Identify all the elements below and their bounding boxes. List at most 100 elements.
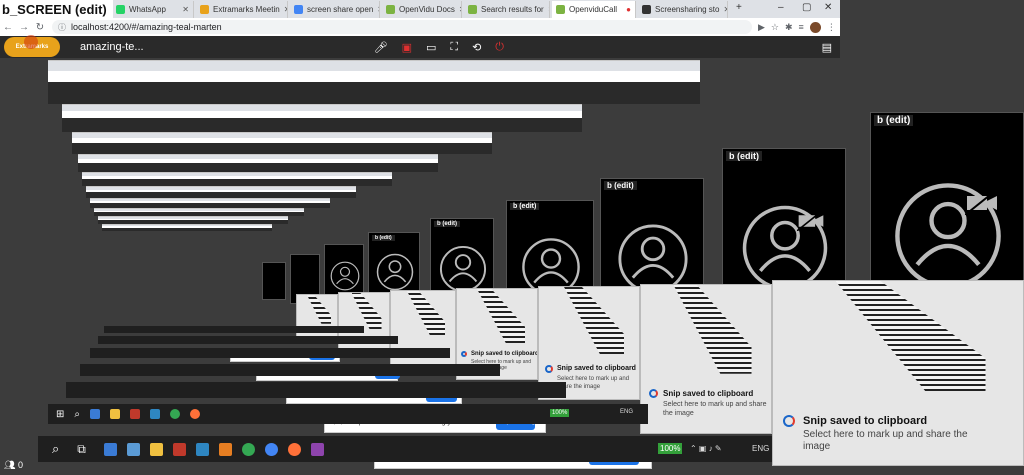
search-icon[interactable]: ⌕ <box>52 441 59 457</box>
avatar[interactable] <box>809 21 821 33</box>
language-indicator[interactable]: ENG <box>752 444 769 453</box>
minimize-icon[interactable]: – <box>778 2 784 13</box>
close-icon[interactable]: ✕ <box>455 5 461 14</box>
tab-label: OpenVidu Docs <box>399 5 455 14</box>
chat-icon[interactable]: ▤ <box>822 41 832 54</box>
firefox-icon[interactable] <box>287 442 301 456</box>
chrome-icon[interactable] <box>170 409 180 419</box>
close-icon[interactable]: ✕ <box>280 5 287 14</box>
snip-description: Select here to mark up and share the ima… <box>663 401 767 417</box>
maximize-icon[interactable]: ▢ <box>802 2 811 13</box>
session-title: amazing-te... <box>80 41 144 53</box>
camera-off-icon <box>797 211 824 231</box>
extramarks-icon <box>200 5 209 14</box>
switch-camera-icon[interactable]: ⟲ <box>472 41 481 54</box>
participant-nickname: b (edit) <box>434 221 460 227</box>
github-icon <box>642 5 651 14</box>
tab-extramarks[interactable]: Extramarks Meetin✕ <box>196 1 288 18</box>
participant-tile[interactable] <box>262 262 286 300</box>
windows-taskbar <box>98 336 398 344</box>
bookmark-star-icon[interactable]: ☆ <box>771 22 779 33</box>
firefox-icon[interactable] <box>190 409 200 419</box>
snip-description: Select here to mark up and share the ima… <box>557 376 630 390</box>
window-title: b_SCREEN (edit) <box>0 0 113 18</box>
snip-title: Snip saved to clipboard <box>803 415 928 427</box>
tab-openvidu-docs[interactable]: OpenVidu Docs✕ <box>382 1 462 18</box>
snip-notification[interactable] <box>338 292 390 354</box>
task-view-icon[interactable]: ⧉ <box>77 442 86 457</box>
camera-permission-icon[interactable]: ▶ <box>758 22 765 33</box>
tab-whatsapp[interactable]: WhatsApp ✕ <box>112 1 194 18</box>
leave-session-icon[interactable]: ⏻ <box>495 41 504 54</box>
nested-screen-2 <box>62 104 582 132</box>
back-icon[interactable]: ← <box>0 22 16 33</box>
info-icon: ⓘ <box>58 22 66 32</box>
participant-nickname: b (edit) <box>372 235 395 241</box>
chrome-icon[interactable] <box>264 442 278 456</box>
browser-window: b_SCREEN (edit) WhatsApp ✕ Extramarks Mee… <box>0 0 840 58</box>
zoom-level[interactable]: 100% <box>550 409 570 417</box>
camera-off-icon[interactable]: ▣ <box>402 41 412 54</box>
tab-google-search[interactable]: screen share open✕ <box>290 1 380 18</box>
openvidu-icon <box>386 5 395 14</box>
close-icon[interactable]: ✕ <box>373 5 379 14</box>
notification-badge[interactable]: 👥︎ 0 <box>4 460 23 471</box>
search-icon[interactable]: ⌕ <box>74 409 80 420</box>
fullscreen-icon[interactable]: ⛶ <box>450 41 458 54</box>
tab-openviducall[interactable]: OpenviduCall ● <box>552 1 636 18</box>
forward-icon[interactable]: → <box>16 22 32 33</box>
snip-notification[interactable]: Snip saved to clipboard Select here to m… <box>640 284 772 434</box>
zoom-level[interactable]: 100% <box>658 443 683 454</box>
media-icon[interactable]: ≡ <box>799 22 804 32</box>
snip-title: Snip saved to clipboard <box>557 365 636 372</box>
nested-screen-7 <box>90 198 330 208</box>
app-icon[interactable] <box>103 442 117 456</box>
badge-count: 0 <box>17 460 23 470</box>
nested-screen-3 <box>72 132 492 154</box>
reload-icon[interactable]: ↻ <box>32 22 48 33</box>
recording-dot-icon[interactable]: ● <box>622 5 631 14</box>
url-input[interactable]: ⓘ localhost:4200/#/amazing-teal-marten <box>52 20 752 34</box>
snip-preview <box>307 295 331 324</box>
snip-notification[interactable]: Snip saved to clipboard Select here to m… <box>772 280 1024 466</box>
whatsapp-icon <box>116 5 125 14</box>
nested-screen-10 <box>102 224 272 231</box>
app-icon[interactable] <box>218 442 232 456</box>
camera-off-icon <box>965 191 997 215</box>
tab-label: Extramarks Meetin <box>213 5 280 14</box>
nested-screen-1 <box>48 60 700 104</box>
openvidu-icon <box>468 5 477 14</box>
participant-nickname: b (edit) <box>510 203 540 210</box>
powershell-icon[interactable] <box>195 442 209 456</box>
address-bar: ← → ↻ ⓘ localhost:4200/#/amazing-teal-ma… <box>0 18 840 36</box>
close-icon[interactable]: ✕ <box>178 5 189 14</box>
close-icon[interactable]: ✕ <box>544 5 549 14</box>
new-tab-button[interactable]: + <box>736 2 742 13</box>
app-icon[interactable] <box>90 409 100 419</box>
close-window-icon[interactable]: ✕ <box>824 2 832 13</box>
url-text: localhost:4200/#/amazing-teal-marten <box>71 22 222 32</box>
screen-share-icon[interactable]: ▭ <box>426 41 436 54</box>
snip-tool-icon <box>649 389 658 398</box>
app-icon[interactable] <box>172 442 186 456</box>
app-icon[interactable] <box>310 442 324 456</box>
tab-search-results[interactable]: Search results for✕ <box>464 1 550 18</box>
system-tray-icons[interactable]: ⌃ ▣ ♪ ✎ <box>690 444 722 453</box>
app-icon[interactable] <box>130 409 140 419</box>
tab-screensharing[interactable]: Screensharing sto✕ <box>638 1 728 18</box>
edge-icon[interactable] <box>126 442 140 456</box>
windows-start-icon[interactable]: ⊞ <box>56 409 64 420</box>
extensions-icon[interactable]: ✱ <box>785 22 793 33</box>
participant-nickname: b (edit) <box>726 151 762 161</box>
powershell-icon[interactable] <box>150 409 160 419</box>
windows-taskbar <box>66 382 566 398</box>
language-indicator[interactable]: ENG <box>620 409 633 415</box>
file-explorer-icon[interactable] <box>110 409 120 419</box>
microphone-icon[interactable]: 🎤︎ <box>374 41 388 54</box>
file-explorer-icon[interactable] <box>149 442 163 456</box>
windows-taskbar <box>90 348 450 358</box>
close-icon[interactable]: ✕ <box>719 5 727 14</box>
chrome-icon[interactable] <box>241 442 255 456</box>
tab-label: Screensharing sto <box>655 5 720 14</box>
menu-icon[interactable]: ⋮ <box>827 22 836 33</box>
